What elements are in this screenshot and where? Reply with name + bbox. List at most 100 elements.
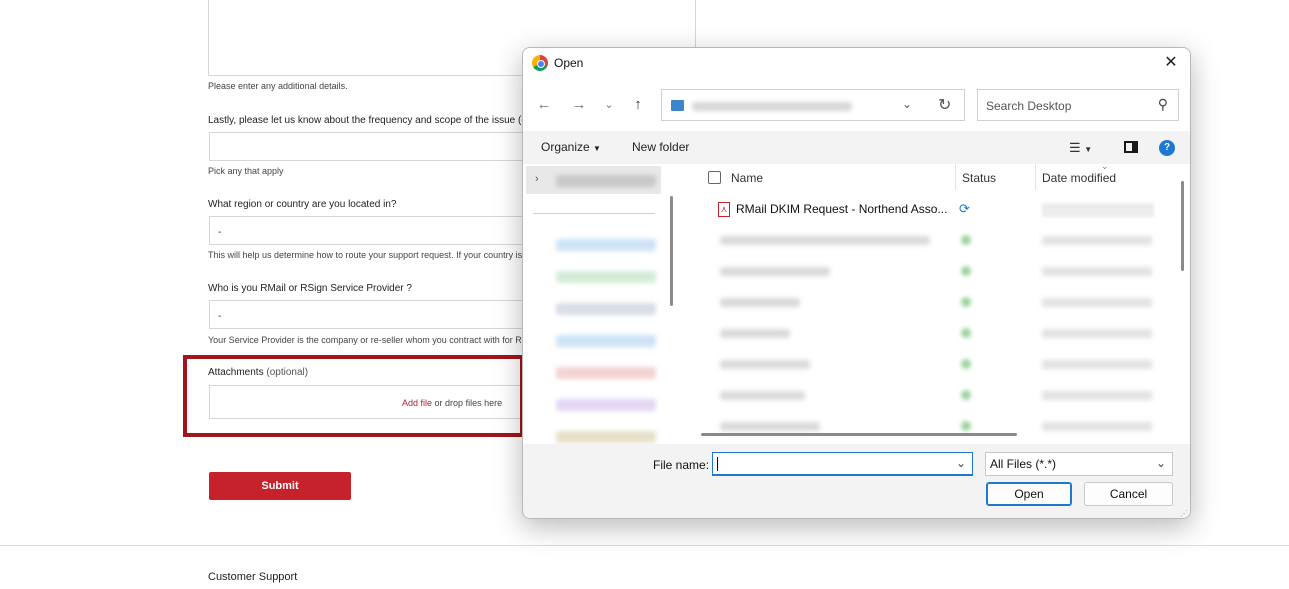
address-dropdown-chevron-icon[interactable]: ⌄	[902, 97, 912, 111]
nav-item-blurred[interactable]	[556, 399, 656, 411]
search-desktop-input[interactable]: Search Desktop ⚲	[977, 89, 1179, 121]
column-header-status[interactable]: Status	[962, 164, 996, 190]
file-row[interactable]: ⋏ RMail DKIM Request - Northend Asso... …	[680, 194, 1174, 225]
file-list-vertical-scrollbar[interactable]	[1181, 181, 1184, 271]
nav-item-blurred[interactable]	[556, 367, 656, 379]
column-separator	[1035, 164, 1036, 190]
nav-pane-scrollbar[interactable]	[670, 196, 673, 306]
date-blurred	[1042, 236, 1152, 245]
chevron-down-icon: ⌄	[1155, 456, 1166, 470]
submit-button[interactable]: Submit	[209, 472, 351, 500]
search-placeholder: Search Desktop	[986, 99, 1072, 113]
pdf-file-icon: ⋏	[718, 202, 730, 217]
recent-locations-chevron-icon[interactable]: ⌄	[599, 98, 619, 111]
date-blurred	[1042, 298, 1152, 307]
provider-help-text: Your Service Provider is the company or …	[208, 335, 522, 345]
select-all-checkbox[interactable]	[708, 171, 721, 184]
frequency-help-text: Pick any that apply	[208, 166, 284, 176]
date-blurred	[1042, 391, 1152, 400]
file-name-blurred	[720, 391, 805, 400]
file-name-label: File name:	[653, 458, 710, 472]
back-arrow-icon[interactable]: ←	[534, 96, 554, 113]
status-blurred	[961, 359, 971, 369]
open-button[interactable]: Open	[986, 482, 1072, 506]
up-arrow-icon[interactable]: ↑	[628, 96, 648, 113]
nav-item-blurred[interactable]	[556, 431, 656, 443]
nav-item-blurred[interactable]	[556, 239, 656, 251]
expand-chevron-icon[interactable]: ›	[535, 173, 539, 185]
customer-support-link[interactable]: Customer Support	[208, 571, 297, 583]
status-blurred	[961, 421, 971, 431]
dialog-footer: File name: ⌄ All Files (*.*) ⌄ Open Canc…	[523, 444, 1190, 518]
status-blurred	[961, 328, 971, 338]
cancel-button[interactable]: Cancel	[1084, 482, 1173, 506]
file-name: RMail DKIM Request - Northend Asso...	[736, 202, 948, 216]
file-type-select[interactable]: All Files (*.*) ⌄	[985, 452, 1173, 476]
file-row-blurred[interactable]	[680, 287, 1174, 318]
date-blurred	[1042, 329, 1152, 338]
new-folder-button[interactable]: New folder	[632, 140, 689, 154]
file-name-input[interactable]: ⌄	[712, 452, 973, 476]
column-header-name[interactable]: Name	[731, 164, 763, 190]
region-help-text: This will help us determine how to route…	[208, 250, 523, 260]
file-row-blurred[interactable]	[680, 225, 1174, 256]
file-name-blurred	[720, 267, 830, 276]
text-caret	[717, 457, 718, 471]
date-blurred	[1042, 422, 1152, 431]
address-path-blurred	[692, 102, 852, 111]
nav-item-blurred[interactable]	[556, 303, 656, 315]
frequency-question: Lastly, please let us know about the fre…	[208, 115, 533, 126]
nav-item-blurred[interactable]	[556, 271, 656, 283]
sort-chevron-icon: ⌄	[1101, 164, 1109, 171]
folder-icon	[671, 100, 684, 111]
close-icon[interactable]: ✕	[1160, 52, 1182, 74]
chevron-down-icon: ▼	[593, 144, 601, 153]
date-blurred	[1042, 267, 1152, 276]
organize-label: Organize	[541, 140, 590, 154]
status-blurred	[961, 297, 971, 307]
provider-question: Who is you RMail or RSign Service Provid…	[208, 283, 412, 294]
file-row-blurred[interactable]	[680, 411, 1174, 442]
organize-menu[interactable]: Organize ▼	[541, 140, 601, 154]
dialog-titlebar: Open ✕	[523, 48, 1190, 78]
date-blurred	[1042, 360, 1152, 369]
file-row-blurred[interactable]	[680, 349, 1174, 380]
forward-arrow-icon[interactable]: →	[569, 96, 589, 113]
provider-select[interactable]: -	[209, 300, 539, 329]
refresh-icon[interactable]: ↻	[938, 95, 951, 115]
frequency-field[interactable]	[209, 132, 539, 161]
region-select[interactable]: -	[209, 216, 539, 245]
footer-divider	[0, 545, 1289, 546]
file-list-horizontal-scrollbar[interactable]	[701, 433, 1017, 436]
navigation-bar: ← → ⌄ ↑ ⌄ ↻ Search Desktop ⚲	[523, 78, 1190, 131]
help-icon[interactable]: ?	[1159, 140, 1175, 156]
address-bar[interactable]: ⌄ ↻	[661, 89, 965, 121]
preview-pane-icon[interactable]	[1124, 141, 1138, 153]
file-name-blurred	[720, 298, 800, 307]
status-blurred	[961, 266, 971, 276]
file-row-blurred[interactable]	[680, 380, 1174, 411]
view-options-icon[interactable]: ☰ ▼	[1069, 140, 1092, 156]
nav-divider	[533, 213, 655, 214]
file-name-blurred	[720, 329, 790, 338]
resize-grip-icon[interactable]: ⋰	[1180, 509, 1188, 518]
column-separator	[955, 164, 956, 190]
sync-icon: ⟳	[959, 201, 970, 216]
status-blurred	[961, 390, 971, 400]
nav-item-blurred[interactable]	[556, 335, 656, 347]
file-name-blurred	[720, 236, 930, 245]
open-file-dialog: Open ✕ ← → ⌄ ↑ ⌄ ↻ Search Desktop ⚲ Orga…	[522, 47, 1191, 519]
date-blurred	[1042, 203, 1154, 217]
dialog-toolbar: Organize ▼ New folder ☰ ▼ ?	[523, 131, 1190, 164]
file-type-value: All Files (*.*)	[990, 457, 1057, 471]
file-list: Name Status Date modified ⌄ ⋏ RMail DKIM…	[680, 164, 1174, 444]
file-row-blurred[interactable]	[680, 318, 1174, 349]
chevron-down-icon[interactable]: ⌄	[956, 456, 966, 470]
dialog-title: Open	[554, 56, 584, 70]
search-icon: ⚲	[1157, 96, 1168, 112]
nav-item-blurred[interactable]	[556, 175, 656, 187]
file-row-blurred[interactable]	[680, 256, 1174, 287]
file-name-blurred	[720, 360, 810, 369]
details-help-text: Please enter any additional details.	[208, 81, 348, 91]
attachments-highlight-box	[183, 355, 524, 437]
